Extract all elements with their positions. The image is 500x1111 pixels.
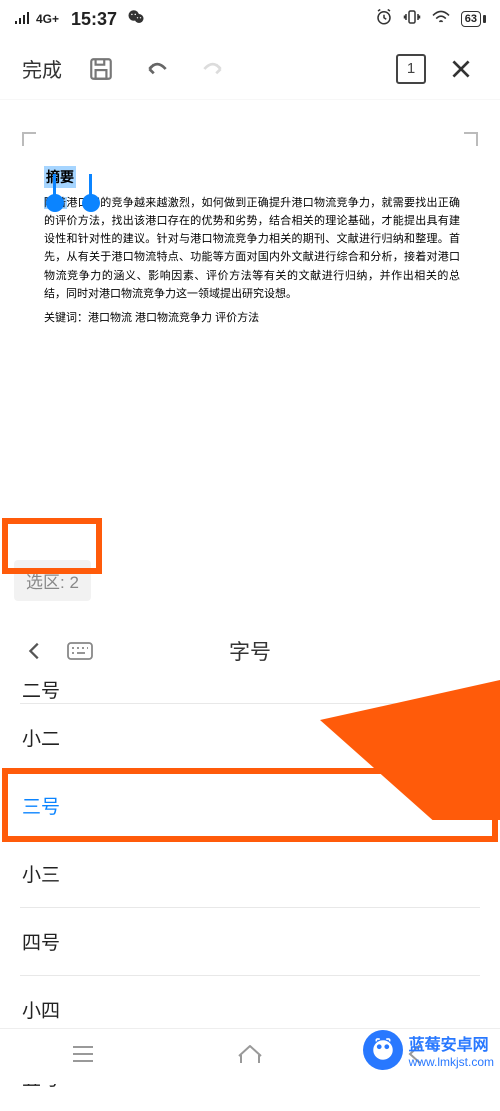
back-icon[interactable]: [18, 634, 52, 668]
undo-icon[interactable]: [136, 48, 178, 90]
font-size-option-selected[interactable]: 三号: [0, 772, 500, 839]
wechat-icon: [127, 8, 145, 30]
done-button[interactable]: 完成: [18, 50, 66, 87]
font-size-label: 小三: [22, 860, 60, 887]
page-indicator[interactable]: 1: [396, 54, 426, 84]
battery-icon: 63: [461, 11, 486, 27]
crop-mark-icon: [464, 132, 478, 146]
selection-handle-stem: [89, 174, 92, 196]
font-size-label: 四号: [22, 928, 60, 955]
font-size-label: 小四: [22, 996, 60, 1023]
doc-body-text[interactable]: 随着港口间的竞争越来越激烈，如何做到正确提升港口物流竞争力，就需要找出正确的评价…: [44, 194, 460, 303]
selection-handle-end[interactable]: [82, 194, 100, 212]
watermark-name: 蓝莓安卓网: [409, 1031, 494, 1055]
font-size-option[interactable]: 小三: [0, 840, 500, 907]
signal-type: 4G+: [36, 12, 59, 26]
font-size-option[interactable]: 二号: [0, 681, 500, 703]
check-icon: [452, 793, 478, 819]
doc-title-selected[interactable]: 摘要: [44, 166, 76, 188]
font-size-option[interactable]: 小二: [0, 704, 500, 771]
status-bar: 4G+ 15:37 63: [0, 0, 500, 38]
vibrate-icon: [403, 8, 421, 30]
font-size-label: 三号: [22, 792, 60, 819]
watermark-url: www.lmkjst.com: [409, 1055, 494, 1069]
alarm-icon: [375, 8, 393, 30]
font-size-option[interactable]: 四号: [0, 908, 500, 975]
doc-body-remainder[interactable]: 港口间的竞争越来越激烈，如何做到正确提升港口物流竞争力，就需要找出正确的评价方法…: [44, 197, 460, 300]
selection-handle-stem: [53, 174, 56, 196]
font-size-label: 小二: [22, 724, 60, 751]
time: 15:37: [71, 9, 117, 30]
watermark-logo-icon: [363, 1030, 403, 1070]
document-canvas[interactable]: 摘要 随着港口间的竞争越来越激烈，如何做到正确提升港口物流竞争力，就需要找出正确…: [0, 100, 500, 390]
crop-mark-icon: [22, 132, 36, 146]
signal-icon: [14, 11, 30, 28]
annotation-highlight-back: [2, 518, 102, 574]
doc-keywords[interactable]: 关键词：港口物流 港口物流竞争力 评价方法: [44, 309, 460, 325]
menu-icon[interactable]: [68, 1041, 98, 1072]
home-icon[interactable]: [235, 1041, 265, 1072]
watermark: 蓝莓安卓网 www.lmkjst.com: [363, 1030, 494, 1070]
editor-toolbar: 完成 1: [0, 38, 500, 100]
font-size-panel-header: 字号: [0, 621, 500, 681]
selection-handle-start[interactable]: [46, 194, 64, 212]
document-page[interactable]: 摘要 随着港口间的竞争越来越激烈，如何做到正确提升港口物流竞争力，就需要找出正确…: [20, 130, 480, 390]
wifi-icon: [431, 9, 451, 29]
close-icon[interactable]: [440, 48, 482, 90]
redo-icon[interactable]: [192, 48, 234, 90]
keyboard-icon[interactable]: [66, 639, 94, 663]
save-icon[interactable]: [80, 48, 122, 90]
